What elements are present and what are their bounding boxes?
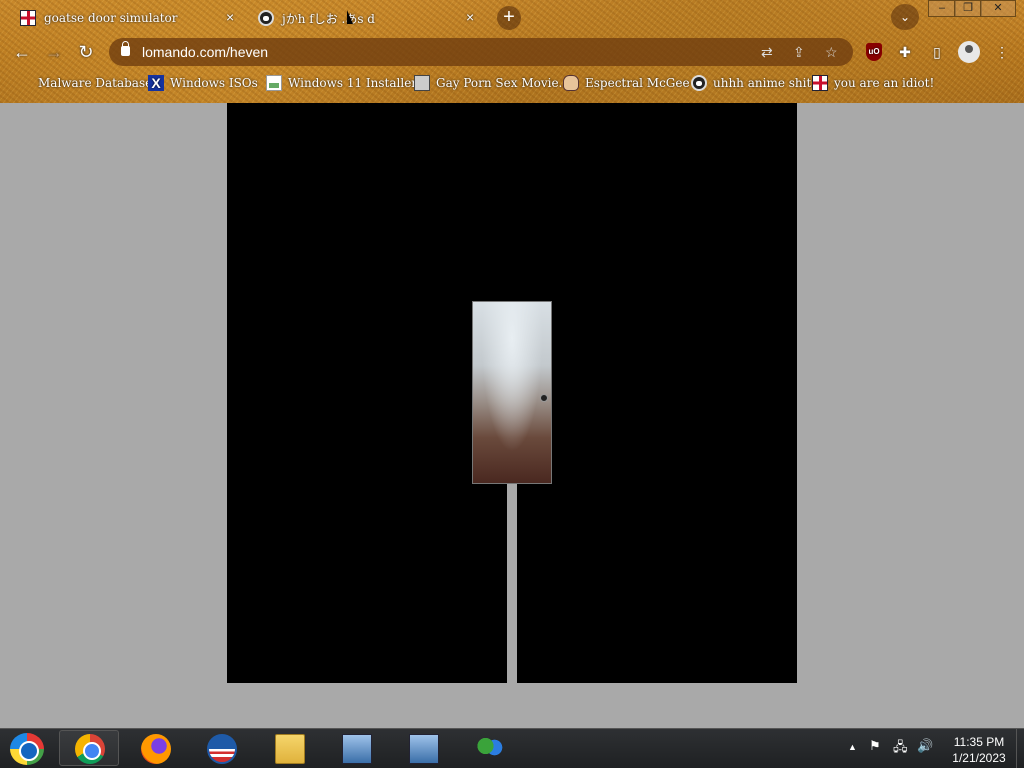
- back-button[interactable]: ←: [11, 41, 33, 63]
- bookmark-uhhh-anime-shit[interactable]: uhhh anime shit: [691, 75, 811, 91]
- close-tab-icon[interactable]: ×: [226, 9, 234, 25]
- bookmark-espectral-mcgee[interactable]: Espectral McGee: [563, 75, 690, 91]
- taskbar-obama[interactable]: [191, 730, 251, 766]
- lock-icon[interactable]: [121, 41, 130, 56]
- tab-goatse-door-simulator[interactable]: goatse door simulator: [20, 4, 178, 32]
- close-tab-icon[interactable]: ×: [466, 9, 474, 25]
- mouse-cursor: [347, 10, 353, 24]
- bookmark-label: you are an idiot!: [834, 76, 935, 90]
- bookmark-you-are-an-idiot[interactable]: you are an idiot!: [812, 75, 934, 91]
- flag-icon: [20, 10, 36, 26]
- network-icon[interactable]: 🖧: [893, 738, 908, 760]
- bookmark-label: Malware Database: [38, 76, 153, 90]
- close-window-button[interactable]: ✕: [980, 0, 1016, 17]
- bookmark-windows-11-installer[interactable]: Windows 11 Installer: [266, 75, 417, 91]
- show-hidden-icons-icon[interactable]: ▲: [848, 742, 857, 752]
- system-clock[interactable]: 11:35 PM 1/21/2023: [944, 734, 1014, 766]
- url-text[interactable]: lomando.com/heven: [142, 44, 268, 60]
- forward-button[interactable]: →: [43, 41, 65, 63]
- browser-chrome: goatse door simulator × jかh fしお .あs d × …: [0, 0, 1024, 103]
- bookmarks-bar: Malware Database X Windows ISOs Windows …: [0, 72, 1024, 96]
- anime-face-icon: [258, 10, 274, 26]
- action-center-flag-icon[interactable]: ⚑: [869, 738, 881, 754]
- bookmark-windows-isos[interactable]: X Windows ISOs: [148, 75, 258, 91]
- taskbar-chrome[interactable]: [59, 730, 119, 766]
- taskbar-file-explorer[interactable]: [259, 730, 319, 766]
- minimize-button[interactable]: –: [928, 0, 956, 17]
- chrome-icon: [75, 734, 105, 764]
- bookmark-label: Gay Porn Sex Movie...: [436, 76, 571, 90]
- installer-icon: [409, 734, 439, 764]
- people-icon: [475, 734, 505, 764]
- door[interactable]: [472, 301, 552, 484]
- show-desktop-button[interactable]: [1016, 729, 1024, 768]
- clock-date: 1/21/2023: [952, 751, 1006, 765]
- clock-time: 11:35 PM: [953, 735, 1005, 749]
- reload-button[interactable]: ↻: [75, 41, 97, 63]
- menu-kebab-icon[interactable]: ⋮: [992, 42, 1012, 62]
- flag-icon: [812, 75, 828, 91]
- taskbar-installer-1[interactable]: [326, 730, 386, 766]
- bookmark-label: Espectral McGee: [585, 76, 690, 90]
- game-scene-left: [227, 103, 507, 683]
- folder-icon: [275, 734, 305, 764]
- translate-icon[interactable]: ⇄: [761, 44, 773, 61]
- bookmark-label: uhhh anime shit: [713, 76, 812, 90]
- start-orb-icon[interactable]: [10, 733, 44, 765]
- address-bar[interactable]: lomando.com/heven ⇄ ⇪ ☆: [109, 38, 853, 66]
- new-tab-button[interactable]: +: [497, 6, 521, 30]
- tab-title: goatse door simulator: [44, 11, 178, 25]
- anime-face-icon: [691, 75, 707, 91]
- page-icon: [266, 75, 282, 91]
- bookmark-label: Windows ISOs: [170, 76, 258, 90]
- ublock-origin-icon[interactable]: uO: [866, 43, 882, 61]
- profile-avatar[interactable]: [958, 41, 980, 63]
- x-icon: X: [148, 75, 164, 91]
- tab-search-button[interactable]: ⌄: [891, 4, 919, 30]
- bookmark-malware-database[interactable]: Malware Database: [18, 75, 152, 91]
- door-knob-icon[interactable]: [540, 394, 548, 402]
- game-scene-right: [517, 103, 797, 683]
- tab-title: jかh fしお .あs d: [282, 11, 375, 26]
- taskbar-people[interactable]: [459, 730, 519, 766]
- wheat-icon: [18, 75, 32, 91]
- firefox-icon: [141, 734, 171, 764]
- share-icon[interactable]: ⇪: [793, 44, 805, 61]
- restore-button[interactable]: ❐: [954, 0, 982, 17]
- bookmark-label: Windows 11 Installer: [288, 76, 418, 90]
- obama-logo-icon: [207, 734, 237, 764]
- volume-icon[interactable]: 🔊: [917, 738, 933, 754]
- taskbar-firefox[interactable]: [125, 730, 185, 766]
- side-panel-icon[interactable]: ▯: [927, 42, 947, 62]
- page-viewport: [0, 103, 1024, 728]
- extensions-puzzle-icon[interactable]: ✚: [895, 42, 915, 62]
- taskbar-installer-2[interactable]: [393, 730, 453, 766]
- man-icon: [563, 75, 579, 91]
- installer-icon: [342, 734, 372, 764]
- bookmark-gay-porn-sex-movie[interactable]: Gay Porn Sex Movie...: [414, 75, 570, 91]
- computer-icon: [414, 75, 430, 91]
- bookmark-star-icon[interactable]: ☆: [825, 44, 838, 61]
- tab-anime[interactable]: jかh fしお .あs d: [258, 4, 375, 32]
